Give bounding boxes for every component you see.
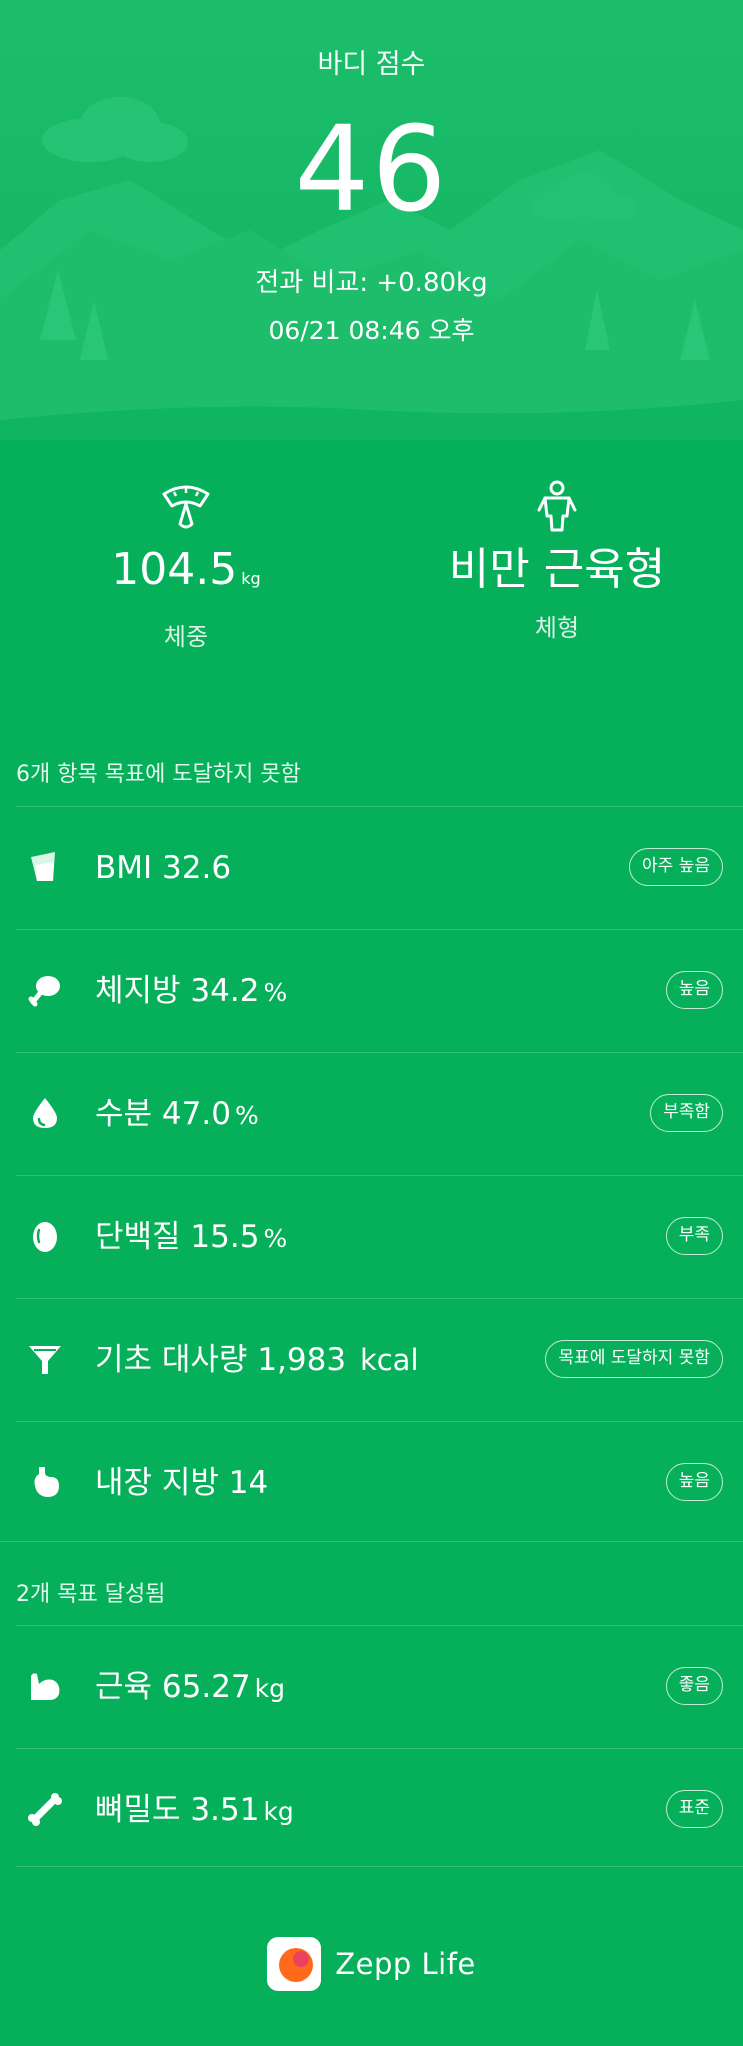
water-drop-icon — [33, 1098, 57, 1128]
status-badge: 부족함 — [650, 1094, 723, 1132]
list-item-body-fat[interactable]: 체지방 34.2% 높음 — [0, 930, 743, 1053]
body-figure-icon — [537, 480, 577, 532]
section-divider — [0, 1541, 743, 1542]
app-footer: Zepp Life — [0, 1937, 743, 1997]
bone-icon — [28, 1793, 62, 1826]
weight-label: 체중 — [163, 623, 209, 651]
item-unit: kg — [263, 1797, 294, 1826]
item-unit: % — [263, 978, 288, 1007]
item-value: 1,983 — [257, 1342, 347, 1378]
item-value: 34.2 — [190, 973, 260, 1009]
unmet-section-title: 6개 항목 목표에 도달하지 못함 — [16, 762, 301, 787]
list-item-muscle[interactable]: 근육 65.27 kg 좋음 — [0, 1626, 743, 1749]
brand-name: Zepp Life — [335, 1947, 476, 1981]
item-value: 65.27 — [161, 1669, 251, 1705]
funnel-icon — [29, 1346, 61, 1374]
item-unit: kcal — [359, 1343, 419, 1377]
item-value: 32.6 — [162, 850, 232, 886]
status-badge: 아주 높음 — [629, 848, 723, 886]
list-item-bone-mass[interactable]: 뼈밀도 3.51 kg 표준 — [0, 1749, 743, 1872]
item-name: 단백질 — [95, 1219, 181, 1255]
item-value: 47.0 — [161, 1096, 231, 1132]
item-name: 내장 지방 — [95, 1465, 219, 1501]
list-item-protein[interactable]: 단백질 15.5% 부족 — [0, 1176, 743, 1299]
status-badge: 목표에 도달하지 못함 — [545, 1340, 723, 1378]
item-unit: kg — [254, 1674, 286, 1703]
bicep-icon — [31, 1673, 60, 1700]
status-badge: 부족 — [665, 1217, 723, 1255]
list-item-water[interactable]: 수분 47.0% 부족함 — [0, 1053, 743, 1176]
list-item-bmr[interactable]: 기초 대사량 1,983 kcal 목표에 도달하지 못함 — [0, 1299, 743, 1422]
weight-value: 104.5 — [111, 544, 238, 595]
item-unit: % — [263, 1224, 288, 1253]
status-badge: 높음 — [665, 1463, 723, 1501]
list-item-visceral-fat[interactable]: 내장 지방 14 높음 — [0, 1422, 743, 1545]
weight-compare: 전과 비교: +0.80kg — [255, 268, 488, 298]
weight-stat[interactable]: 104.5 kg 체중 — [0, 470, 372, 652]
page-title: 바디 점수 — [317, 49, 426, 80]
status-badge: 높음 — [665, 971, 723, 1009]
scale-icon — [162, 485, 210, 529]
summary-stats: 104.5 kg 체중 비만 근육형 체형 — [0, 470, 743, 652]
item-name: 근육 — [95, 1669, 153, 1705]
body-score: 46 — [294, 100, 449, 238]
item-value: 15.5 — [190, 1219, 260, 1255]
list-item-bmi[interactable]: BMI 32.6 아주 높음 — [0, 807, 743, 930]
score-header: 바디 점수 46 전과 비교: +0.80kg 06/21 08:46 오후 — [0, 0, 743, 440]
egg-icon — [33, 1222, 57, 1252]
item-unit: % — [234, 1101, 259, 1130]
stomach-icon — [34, 1467, 59, 1497]
item-name: 뼈밀도 — [95, 1792, 181, 1828]
weight-unit: kg — [241, 569, 261, 588]
item-name: 수분 — [95, 1096, 153, 1132]
item-value: 14 — [228, 1465, 269, 1501]
status-badge: 좋음 — [665, 1667, 723, 1705]
status-badge: 표준 — [665, 1790, 723, 1828]
body-type-stat[interactable]: 비만 근육형 체형 — [371, 470, 743, 643]
divider — [16, 1866, 743, 1867]
cup-icon — [31, 852, 55, 881]
item-name: 기초 대사량 — [95, 1342, 248, 1378]
body-type-label: 체형 — [534, 614, 580, 642]
measure-datetime: 06/21 08:46 오후 — [268, 316, 475, 345]
item-value: 3.51 — [190, 1792, 260, 1828]
body-type-value: 비만 근육형 — [448, 544, 666, 595]
item-name: BMI — [95, 850, 153, 886]
item-name: 체지방 — [95, 973, 181, 1009]
met-section-title: 2개 목표 달성됨 — [16, 1582, 166, 1607]
zepp-life-logo-icon — [267, 1937, 322, 1991]
drumstick-icon — [28, 976, 60, 1007]
